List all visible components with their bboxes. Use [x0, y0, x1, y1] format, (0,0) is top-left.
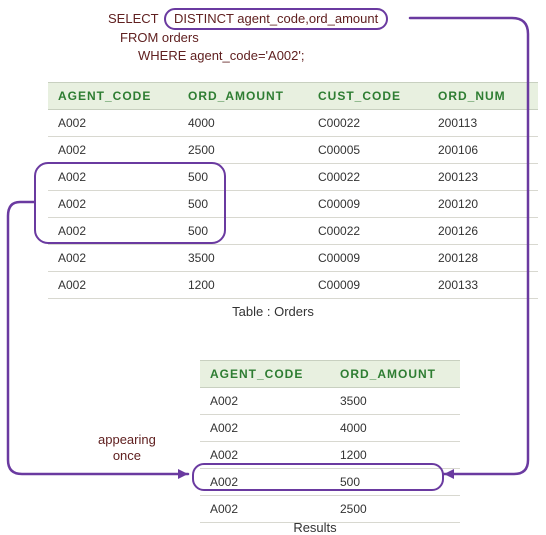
- table-row: A0024000: [200, 415, 460, 442]
- sql-distinct-bubble: DISTINCT agent_code,ord_amount: [164, 8, 388, 30]
- table-row: A002500C00022200123: [48, 164, 538, 191]
- table-cell: 200113: [428, 110, 538, 137]
- table-cell: 200120: [428, 191, 538, 218]
- table-cell: 3500: [330, 388, 460, 415]
- col-cust-code: CUST_CODE: [308, 83, 428, 110]
- table-cell: 1200: [178, 272, 308, 299]
- col-ord-amount: ORD_AMOUNT: [178, 83, 308, 110]
- table-cell: C00022: [308, 218, 428, 245]
- table-cell: A002: [200, 469, 330, 496]
- table-cell: C00009: [308, 272, 428, 299]
- table-cell: A002: [200, 442, 330, 469]
- table-cell: 2500: [330, 496, 460, 523]
- orders-table-container: AGENT_CODE ORD_AMOUNT CUST_CODE ORD_NUM …: [48, 82, 538, 299]
- table-cell: A002: [200, 388, 330, 415]
- results-caption: Results: [200, 520, 430, 535]
- table-cell: A002: [48, 272, 178, 299]
- table-cell: C00009: [308, 191, 428, 218]
- table-row: A0023500C00009200128: [48, 245, 538, 272]
- sql-select-kw: SELECT: [108, 11, 158, 26]
- table-cell: 2500: [178, 137, 308, 164]
- table-cell: 500: [178, 191, 308, 218]
- table-cell: A002: [48, 110, 178, 137]
- table-row: A0024000C00022200113: [48, 110, 538, 137]
- table-row: A002500C00009200120: [48, 191, 538, 218]
- table-cell: A002: [48, 164, 178, 191]
- appearing-once-label: appearing once: [98, 432, 156, 463]
- table-cell: 200126: [428, 218, 538, 245]
- sql-distinct-text: DISTINCT agent_code,ord_amount: [174, 11, 378, 26]
- table-cell: A002: [48, 218, 178, 245]
- table-cell: A002: [200, 496, 330, 523]
- table-cell: 500: [178, 218, 308, 245]
- table-cell: C00009: [308, 245, 428, 272]
- table-row: A0021200: [200, 442, 460, 469]
- table-row: A0022500: [200, 496, 460, 523]
- table-cell: 500: [178, 164, 308, 191]
- col-ord-amount: ORD_AMOUNT: [330, 361, 460, 388]
- table-row: A002500C00022200126: [48, 218, 538, 245]
- results-table: AGENT_CODE ORD_AMOUNT A0023500A0024000A0…: [200, 360, 460, 523]
- table-cell: C00022: [308, 164, 428, 191]
- appearing-line2: once: [113, 448, 141, 463]
- table-cell: C00022: [308, 110, 428, 137]
- table-row: A0023500: [200, 388, 460, 415]
- table-cell: A002: [200, 415, 330, 442]
- table-cell: 1200: [330, 442, 460, 469]
- table-cell: 4000: [330, 415, 460, 442]
- table-cell: 3500: [178, 245, 308, 272]
- table-row: A0022500C00005200106: [48, 137, 538, 164]
- table-cell: A002: [48, 137, 178, 164]
- sql-select-line: SELECT DISTINCT agent_code,ord_amount: [108, 8, 388, 30]
- table-cell: A002: [48, 191, 178, 218]
- col-ord-num: ORD_NUM: [428, 83, 538, 110]
- table-cell: 200128: [428, 245, 538, 272]
- appearing-line1: appearing: [98, 432, 156, 447]
- sql-where-line: WHERE agent_code='A002';: [138, 48, 304, 63]
- table-cell: 200123: [428, 164, 538, 191]
- col-agent-code: AGENT_CODE: [200, 361, 330, 388]
- table-row: A0021200C00009200133: [48, 272, 538, 299]
- table-cell: 4000: [178, 110, 308, 137]
- table-cell: A002: [48, 245, 178, 272]
- table-cell: 200133: [428, 272, 538, 299]
- table-row: A002500: [200, 469, 460, 496]
- table-header-row: AGENT_CODE ORD_AMOUNT CUST_CODE ORD_NUM: [48, 83, 538, 110]
- orders-table: AGENT_CODE ORD_AMOUNT CUST_CODE ORD_NUM …: [48, 82, 538, 299]
- table-header-row: AGENT_CODE ORD_AMOUNT: [200, 361, 460, 388]
- table-cell: C00005: [308, 137, 428, 164]
- table-cell: 200106: [428, 137, 538, 164]
- sql-from-line: FROM orders: [120, 30, 199, 45]
- results-table-container: AGENT_CODE ORD_AMOUNT A0023500A0024000A0…: [200, 360, 460, 523]
- orders-caption: Table : Orders: [48, 304, 498, 319]
- table-cell: 500: [330, 469, 460, 496]
- col-agent-code: AGENT_CODE: [48, 83, 178, 110]
